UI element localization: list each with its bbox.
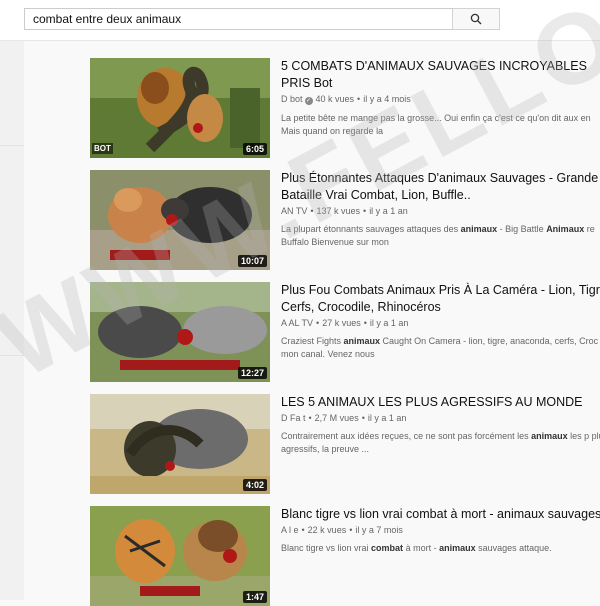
channel-name[interactable]: D Fa t: [281, 413, 306, 423]
channel-name[interactable]: A l e: [281, 525, 299, 535]
description-text: La petite bête ne mange pas la grosse...…: [281, 113, 591, 136]
description-text: Craziest Fights: [281, 336, 344, 346]
video-title[interactable]: LES 5 ANIMAUX LES PLUS AGRESSIFS AU MOND…: [281, 394, 600, 411]
video-title[interactable]: Plus Étonnantes Attaques D'animaux Sauva…: [281, 170, 600, 204]
description-text: - Big Battle: [497, 224, 547, 234]
description-text: sauvages attaque.: [475, 543, 552, 553]
video-duration: 1:47: [242, 591, 267, 603]
description-text: Contrairement aux idées reçues, ce ne so…: [281, 431, 532, 441]
description-text: à mort -: [403, 543, 440, 553]
highlighted-keyword: animaux: [460, 224, 498, 234]
masthead: combat entre deux animaux: [0, 0, 600, 41]
highlighted-keyword: combat: [371, 543, 404, 553]
view-count: 22 k vues: [307, 525, 347, 535]
video-result[interactable]: 1:47 Blanc tigre vs lion vrai combat à m…: [90, 506, 600, 606]
view-count: 2,7 M vues: [314, 413, 359, 423]
description-text: Blanc tigre vs lion vrai: [281, 543, 372, 553]
video-duration: 10:07: [237, 255, 267, 267]
video-result[interactable]: 4:02 LES 5 ANIMAUX LES PLUS AGRESSIFS AU…: [90, 394, 600, 494]
upload-age: il y a 1 an: [367, 413, 407, 423]
video-meta: D Fa t • 2,7 M vues • il y a 1 an: [281, 413, 407, 423]
upload-age: il y a 4 mois: [363, 94, 411, 104]
highlighted-keyword: Animaux: [546, 224, 585, 234]
video-title[interactable]: 5 COMBATS D'ANIMAUX SAUVAGES INCROYABLES…: [281, 58, 600, 92]
view-count: 137 k vues: [316, 206, 361, 216]
view-count: 40 k vues: [315, 94, 355, 104]
video-description: La plupart étonnants sauvages attaques d…: [281, 223, 600, 249]
video-description: Contrairement aux idées reçues, ce ne so…: [281, 430, 600, 456]
video-description: Craziest Fights animaux Caught On Camera…: [281, 335, 600, 361]
results-list: BOT 6:05 5 COMBATS D'ANIMAUX SAUVAGES IN…: [24, 41, 600, 606]
highlighted-keyword: animaux: [343, 336, 381, 346]
upload-age: il y a 1 an: [369, 318, 409, 328]
video-duration: 12:27: [237, 367, 267, 379]
video-title[interactable]: Blanc tigre vs lion vrai combat à mort -…: [281, 506, 600, 523]
video-duration: 4:02: [242, 479, 267, 491]
video-thumbnail[interactable]: 12:27: [90, 282, 270, 382]
video-meta: A AL TV • 27 k vues • il y a 1 an: [281, 318, 409, 328]
video-result[interactable]: 12:27 Plus Fou Combats Animaux Pris À La…: [90, 282, 600, 382]
upload-age: il y a 1 an: [369, 206, 408, 216]
video-description: Blanc tigre vs lion vrai combat à mort -…: [281, 542, 600, 555]
video-title[interactable]: Plus Fou Combats Animaux Pris À La Camér…: [281, 282, 600, 316]
video-meta: A l e • 22 k vues • il y a 7 mois: [281, 525, 403, 535]
video-result[interactable]: BOT 6:05 5 COMBATS D'ANIMAUX SAUVAGES IN…: [90, 58, 600, 158]
description-text: La plupart étonnants sauvages attaques d…: [281, 224, 461, 234]
channel-name[interactable]: AN TV: [281, 206, 307, 216]
channel-logo-badge: BOT: [92, 143, 113, 154]
search-icon: [470, 13, 482, 25]
video-thumbnail[interactable]: 10:07: [90, 170, 270, 270]
search-button[interactable]: [452, 8, 500, 30]
video-thumbnail[interactable]: BOT 6:05: [90, 58, 270, 158]
upload-age: il y a 7 mois: [355, 525, 403, 535]
view-count: 27 k vues: [322, 318, 361, 328]
video-result[interactable]: 10:07 Plus Étonnantes Attaques D'animaux…: [90, 170, 600, 270]
video-thumbnail[interactable]: 4:02: [90, 394, 270, 494]
highlighted-keyword: animaux: [439, 543, 476, 553]
video-meta: AN TV • 137 k vues • il y a 1 an: [281, 206, 408, 216]
sidebar: [0, 41, 24, 600]
channel-name[interactable]: D bot: [281, 94, 303, 104]
video-thumbnail[interactable]: 1:47: [90, 506, 270, 606]
verified-icon: ✓: [304, 97, 313, 105]
search-input[interactable]: combat entre deux animaux: [24, 8, 452, 30]
video-duration: 6:05: [242, 143, 267, 155]
channel-name[interactable]: A AL TV: [281, 318, 313, 328]
highlighted-keyword: animaux: [531, 431, 568, 441]
video-meta: D bot ✓ 40 k vues • il y a 4 mois: [281, 94, 411, 105]
video-description: La petite bête ne mange pas la grosse...…: [281, 112, 600, 138]
